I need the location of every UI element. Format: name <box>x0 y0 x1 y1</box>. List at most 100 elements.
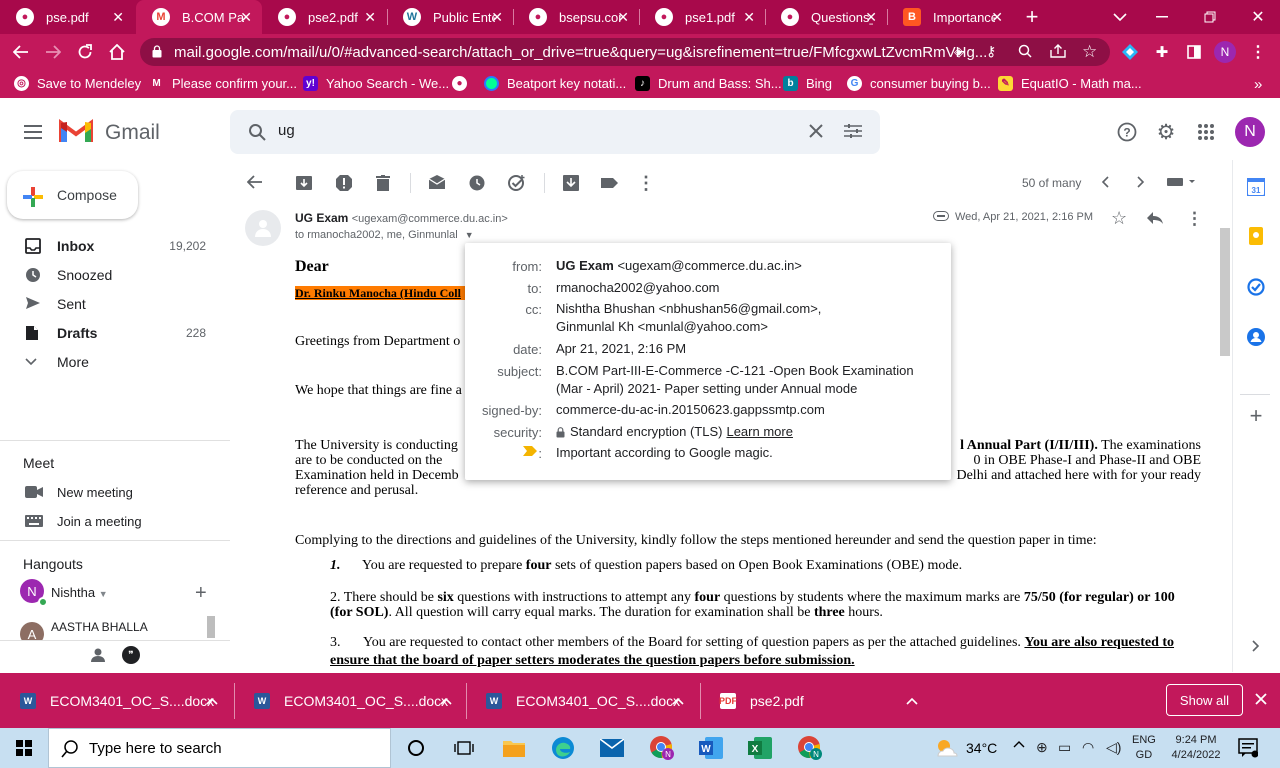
older-chevron-right-icon[interactable] <box>1132 174 1150 190</box>
add-to-tasks-icon[interactable] <box>508 174 526 192</box>
download-options-chevron-icon[interactable] <box>672 697 684 705</box>
file-explorer-icon[interactable] <box>500 734 528 762</box>
tab-public-enter[interactable]: W Public Enter ✕ <box>387 0 513 34</box>
weather-temperature[interactable]: 34°C <box>966 740 997 756</box>
tab-pse2-pdf[interactable]: ● pse2.pdf ✕ <box>262 0 386 34</box>
address-bar[interactable]: mail.google.com/mail/u/0/#advanced-searc… <box>140 38 1110 66</box>
archive-icon[interactable] <box>296 174 312 190</box>
task-view-icon[interactable] <box>450 734 478 762</box>
report-spam-icon[interactable] <box>335 174 353 192</box>
taskbar-search-box[interactable]: Type here to search <box>48 728 391 768</box>
zoom-icon[interactable] <box>1018 44 1032 58</box>
show-all-downloads-button[interactable]: Show all <box>1166 684 1243 716</box>
bookmark-mendeley[interactable]: ◎ Save to Mendeley <box>14 76 141 91</box>
download-item[interactable]: W ECOM3401_OC_S....docx <box>20 673 218 729</box>
tasks-icon[interactable] <box>1246 277 1266 297</box>
windows-start-icon[interactable] <box>10 734 38 762</box>
share-icon[interactable] <box>1050 44 1066 58</box>
move-to-icon[interactable] <box>562 174 580 192</box>
main-menu-icon[interactable] <box>20 120 46 144</box>
calendar-icon[interactable]: 31 <box>1246 177 1266 197</box>
snooze-clock-icon[interactable] <box>468 174 486 192</box>
sidebar-item-sent[interactable]: Sent <box>0 290 220 318</box>
bookmark-beatport-key[interactable]: Beatport key notati... <box>484 76 626 91</box>
close-icon[interactable]: ✕ <box>240 9 252 26</box>
search-options-icon[interactable] <box>844 123 862 139</box>
meet-now-icon[interactable]: ⊕ <box>1036 739 1048 756</box>
close-icon[interactable]: ✕ <box>112 9 124 26</box>
forward-arrow-icon[interactable] <box>42 41 64 63</box>
side-panel-icon[interactable] <box>1184 42 1204 62</box>
tab-bcom-part[interactable]: M B.COM Part ✕ <box>136 0 262 34</box>
show-details-dropdown-icon[interactable]: ▼ <box>465 230 474 240</box>
new-meeting-button[interactable]: New meeting <box>0 478 220 506</box>
download-item[interactable]: W ECOM3401_OC_S....docx <box>486 673 684 729</box>
hangouts-quote-icon[interactable]: ❞ <box>122 646 140 664</box>
contact-name[interactable]: AASTHA BHALLA <box>51 620 148 634</box>
word-app-icon[interactable]: W <box>697 734 725 762</box>
bookmark-yahoo[interactable]: y! Yahoo Search - We... <box>303 76 449 91</box>
account-avatar[interactable]: N <box>1235 117 1265 147</box>
bookmark-bing[interactable]: b Bing <box>783 76 832 91</box>
close-icon[interactable]: ✕ <box>865 9 877 26</box>
sidebar-item-more[interactable]: More <box>0 348 220 376</box>
tab-bsepsu[interactable]: ● bsepsu.com ✕ <box>513 0 639 34</box>
extensions-puzzle-icon[interactable]: ✚ <box>1152 42 1172 62</box>
search-input[interactable] <box>278 122 778 139</box>
clear-search-icon[interactable] <box>808 123 824 139</box>
close-download-bar-icon[interactable] <box>1255 693 1267 705</box>
mail-app-icon[interactable] <box>598 734 626 762</box>
download-options-chevron-icon[interactable] <box>906 697 918 705</box>
close-icon[interactable]: ✕ <box>364 9 376 26</box>
star-icon[interactable]: ☆ <box>1111 208 1127 229</box>
join-meeting-button[interactable]: Join a meeting <box>0 507 220 535</box>
add-hangout-plus-icon[interactable]: + <box>195 582 207 605</box>
back-to-search-icon[interactable] <box>246 174 264 190</box>
get-addons-plus-icon[interactable]: + <box>1246 403 1266 428</box>
reload-icon[interactable] <box>74 41 96 63</box>
close-icon[interactable]: ✕ <box>743 9 755 26</box>
tab-pse-pdf[interactable]: ● pse.pdf ✕ <box>0 0 134 34</box>
home-icon[interactable] <box>106 41 128 63</box>
tab-questions[interactable]: ● Questions_l ✕ <box>765 0 887 34</box>
sender-name[interactable]: UG Exam <box>295 211 348 225</box>
notification-center-icon[interactable] <box>1238 738 1258 758</box>
restore-icon[interactable] <box>1198 5 1222 29</box>
close-icon[interactable]: ✕ <box>617 9 629 26</box>
chrome-menu-icon[interactable]: ⋮ <box>1250 41 1266 63</box>
cortana-icon[interactable] <box>402 734 430 762</box>
newer-chevron-left-icon[interactable] <box>1096 174 1114 190</box>
keep-icon[interactable] <box>1246 226 1266 246</box>
excel-app-icon[interactable]: X <box>746 734 774 762</box>
input-tools-keyboard-icon[interactable] <box>1166 176 1196 188</box>
minimize-icon[interactable] <box>1150 5 1174 29</box>
download-item[interactable]: PDF pse2.pdf <box>719 673 918 729</box>
show-side-panel-chevron-icon[interactable] <box>1246 636 1266 656</box>
hangouts-user-name[interactable]: Nishtha ▼ <box>51 585 108 600</box>
contacts-icon[interactable] <box>1246 327 1266 347</box>
chrome-profile-taskbar-icon[interactable]: N <box>796 734 824 762</box>
reply-icon[interactable] <box>1146 211 1164 225</box>
battery-icon[interactable]: ▭ <box>1058 739 1071 756</box>
learn-more-link[interactable]: Learn more <box>726 423 792 441</box>
key-icon[interactable]: ⚷ <box>986 43 996 60</box>
download-options-chevron-icon[interactable] <box>440 697 452 705</box>
weather-sun-cloud-icon[interactable] <box>934 738 958 758</box>
delete-trash-icon[interactable] <box>375 174 391 192</box>
tab-pse1-pdf[interactable]: ● pse1.pdf ✕ <box>639 0 765 34</box>
apps-grid-icon[interactable] <box>1196 122 1216 142</box>
close-icon[interactable]: ✕ <box>491 9 503 26</box>
tab-search-chevron-icon[interactable] <box>1110 5 1130 29</box>
download-item[interactable]: W ECOM3401_OC_S....docx <box>254 673 452 729</box>
mail-search-box[interactable] <box>230 110 880 154</box>
label-tag-icon[interactable] <box>601 174 619 192</box>
chrome-profile-avatar[interactable]: N <box>1214 41 1236 63</box>
clock[interactable]: 9:24 PM 4/24/2022 <box>1168 733 1224 763</box>
install-app-icon[interactable]: ◈ <box>954 44 964 60</box>
sidebar-item-drafts[interactable]: Drafts 228 <box>0 319 220 347</box>
tray-expand-chevron-icon[interactable] <box>1013 740 1025 748</box>
bookmark-consumer-buying[interactable]: G consumer buying b... <box>847 76 991 91</box>
bookmark-please-confirm[interactable]: M Please confirm your... <box>149 76 297 91</box>
search-icon[interactable] <box>248 123 266 141</box>
bookmark-star-icon[interactable]: ☆ <box>1082 42 1097 62</box>
